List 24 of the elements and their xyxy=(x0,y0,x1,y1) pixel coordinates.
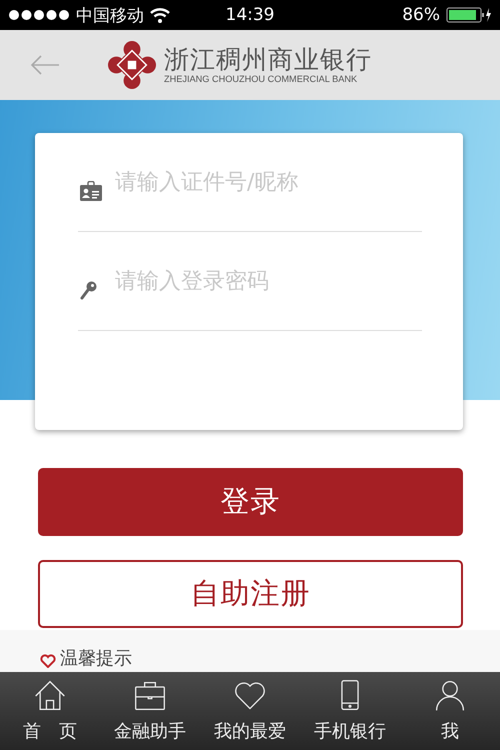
bank-name: 浙江稠州商业银行 xyxy=(164,46,372,74)
briefcase-icon xyxy=(133,679,167,713)
battery-icon xyxy=(446,7,492,23)
bank-name-english: ZHEJIANG CHOUZHOU COMMERCIAL BANK xyxy=(164,74,358,84)
bank-logo-icon xyxy=(108,41,156,89)
tab-item[interactable]: 金融助手 xyxy=(100,672,200,750)
heart-icon xyxy=(40,654,56,668)
battery-percent: 86% xyxy=(402,5,440,25)
tab-item[interactable]: 我 xyxy=(400,672,500,750)
home-icon xyxy=(33,679,67,713)
clock-time: 14:39 xyxy=(226,5,274,25)
person-icon xyxy=(433,679,467,713)
tab-item[interactable]: 手机银行 xyxy=(300,672,400,750)
tab-item[interactable]: 首 页 xyxy=(0,672,100,750)
tip-title: 温馨提示 xyxy=(60,650,132,668)
login-button[interactable]: 登录 xyxy=(38,468,463,536)
id-card-icon xyxy=(80,181,102,201)
wifi-icon xyxy=(150,8,170,22)
tab-item[interactable]: 我的最爱 xyxy=(200,672,300,750)
key-icon xyxy=(80,280,98,300)
signal-icon xyxy=(8,9,70,21)
back-arrow-icon[interactable] xyxy=(30,55,60,75)
register-button[interactable]: 自助注册 xyxy=(38,560,463,628)
carrier-name: 中国移动 xyxy=(76,4,144,26)
